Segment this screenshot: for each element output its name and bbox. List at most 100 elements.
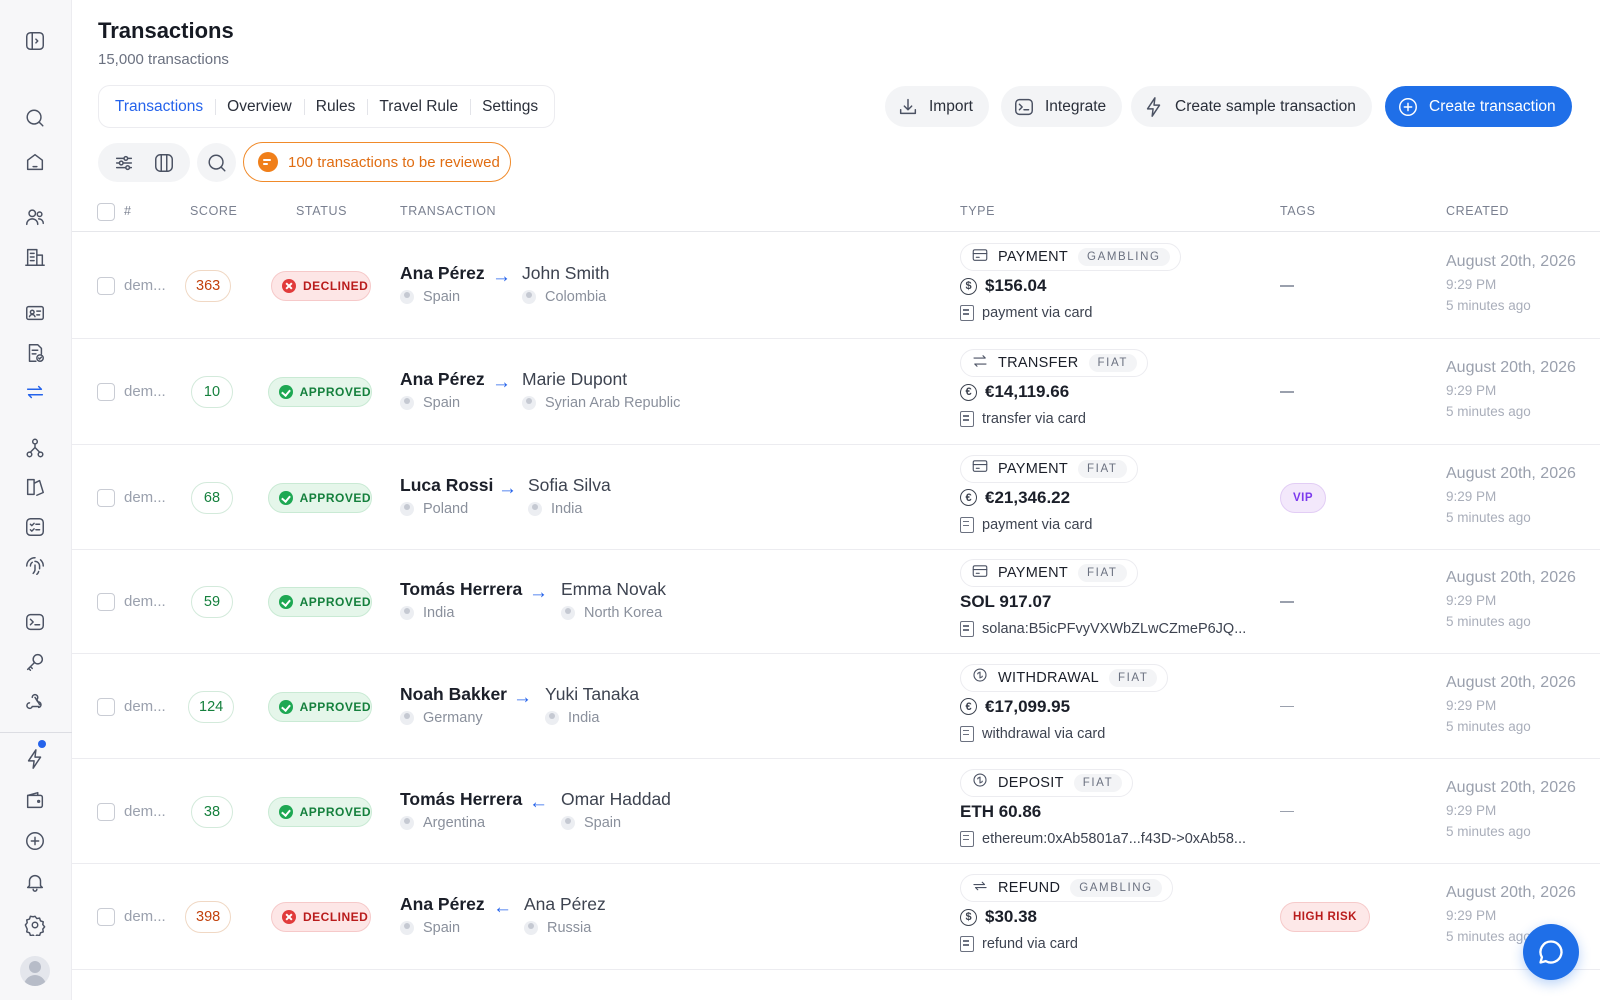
receiver[interactable]: John Smith Colombia [522,263,610,305]
row-checkbox[interactable] [97,593,115,611]
document-check-icon[interactable] [22,340,48,366]
network-icon[interactable] [22,435,48,461]
type-label: REFUND [998,880,1061,896]
search-icon[interactable] [22,105,48,131]
wallet-icon[interactable] [22,787,48,813]
receiver[interactable]: Ana Pérez Russia [524,894,606,936]
gear-icon[interactable] [22,912,48,938]
receiver[interactable]: Sofia Silva India [528,475,611,517]
check-circle-icon [279,595,293,609]
sender[interactable]: Ana Pérez Spain [400,369,485,411]
table-row[interactable]: dem... 59 APPROVED Tomás Herrera India → Emma … [72,550,1600,654]
receiver-country-label: Colombia [545,289,607,305]
column-id[interactable]: # [124,204,132,218]
receiver[interactable]: Emma Novak North Korea [561,579,666,621]
tab-transactions[interactable]: Transactions [103,92,215,122]
sender[interactable]: Tomás Herrera Argentina [400,789,522,831]
receiver[interactable]: Marie Dupont Syrian Arab Republic [522,369,680,411]
column-created[interactable]: CREATED [1446,204,1509,218]
review-filter-button[interactable]: 100 transactions to be reviewed [243,142,511,182]
table-row[interactable]: dem... 124 APPROVED Noah Bakker Germany → Yuki… [72,654,1600,759]
filter-button[interactable] [111,150,137,176]
id-card-icon[interactable] [22,300,48,326]
search-button[interactable] [197,143,236,182]
transaction-id[interactable]: dem... [124,593,166,610]
description: withdrawal via card [960,725,1105,742]
column-type[interactable]: TYPE [960,204,995,218]
row-checkbox[interactable] [97,802,115,821]
sidebar-toggle-icon[interactable] [22,28,48,54]
sender-country-label: Spain [423,920,461,936]
create-sample-button[interactable]: Create sample transaction [1131,86,1372,127]
sidebar [0,0,72,1000]
sender[interactable]: Ana Pérez Spain [400,263,485,305]
transaction-id[interactable]: dem... [124,277,166,294]
sender[interactable]: Noah Bakker Germany [400,684,507,726]
transaction-id[interactable]: dem... [124,489,166,506]
receiver[interactable]: Omar Haddad Spain [561,789,671,831]
transaction-id[interactable]: dem... [124,803,166,820]
created-relative: 5 minutes ago [1446,298,1531,313]
webhook-icon[interactable] [22,688,48,714]
sender[interactable]: Ana Pérez Spain [400,894,485,936]
download-icon [899,98,917,114]
created-time: 9:29 PM [1446,488,1497,504]
receipt-icon [960,830,974,847]
description: transfer via card [960,411,1086,427]
integrate-button[interactable]: Integrate [1001,86,1123,127]
transaction-id[interactable]: dem... [124,908,166,925]
chat-button[interactable] [1523,924,1579,980]
column-transaction[interactable]: TRANSACTION [400,204,496,218]
tab-overview[interactable]: Overview [215,92,304,122]
sender[interactable]: Luca Rossi Poland [400,475,493,517]
type-chip: DEPOSIT FIAT [960,768,1134,797]
tags-empty [1280,601,1294,603]
person-icon [524,921,538,935]
row-checkbox[interactable] [97,697,115,716]
row-checkbox[interactable] [97,488,115,507]
table-row[interactable]: dem... 38 APPROVED Tomás Herrera Argentina ← O… [72,759,1600,864]
add-circle-icon[interactable] [22,828,48,854]
tab-travel-rule[interactable]: Travel Rule [367,92,470,122]
select-all-checkbox[interactable] [97,203,115,221]
receiver-country-label: Russia [547,920,592,936]
transactions-icon[interactable] [22,379,48,405]
row-checkbox[interactable] [97,383,115,401]
import-button[interactable]: Import [885,86,989,127]
tab-settings[interactable]: Settings [470,92,550,122]
receiver[interactable]: Yuki Tanaka India [545,684,639,726]
terminal-icon[interactable] [22,609,48,635]
person-icon [561,815,575,830]
status-label: APPROVED [299,699,371,714]
building-icon[interactable] [22,244,48,270]
category-label: FIAT [1109,668,1158,687]
checklist-icon[interactable] [22,514,48,540]
bell-icon[interactable] [22,869,48,895]
home-icon[interactable] [22,149,48,175]
users-icon[interactable] [22,204,48,230]
fingerprint-icon[interactable] [22,553,48,579]
column-score[interactable]: SCORE [190,204,237,218]
table-row[interactable]: dem... 68 APPROVED Luca Rossi Poland → Sofia S… [72,445,1600,550]
table-row[interactable]: dem... 363 DECLINED Ana Pérez Spain → John Smi… [72,233,1600,339]
transaction-id[interactable]: dem... [124,698,166,715]
row-checkbox[interactable] [97,277,115,295]
integrate-label: Integrate [1045,97,1107,115]
avatar[interactable] [20,956,50,986]
key-icon[interactable] [22,649,48,675]
table-row[interactable]: dem... 398 DECLINED Ana Pérez Spain ← Ana Pére… [72,864,1600,970]
created-at: August 20th, 2026 9:29 PM 5 minutes ago [1446,569,1576,629]
column-tags[interactable]: TAGS [1280,204,1316,218]
tag-badge[interactable]: VIP [1280,482,1327,513]
tag-badge[interactable]: HIGH RISK [1280,902,1370,932]
create-transaction-button[interactable]: Create transaction [1385,86,1572,127]
table-row[interactable]: dem... 10 APPROVED Ana Pérez Spain → Marie Dup… [72,339,1600,445]
lightning-icon[interactable] [22,746,48,772]
column-status[interactable]: STATUS [296,204,347,218]
reports-icon[interactable] [22,474,48,500]
columns-button[interactable] [151,150,177,176]
sender[interactable]: Tomás Herrera India [400,579,522,621]
row-checkbox[interactable] [97,908,115,926]
tab-rules[interactable]: Rules [303,92,368,122]
transaction-id[interactable]: dem... [124,383,166,400]
